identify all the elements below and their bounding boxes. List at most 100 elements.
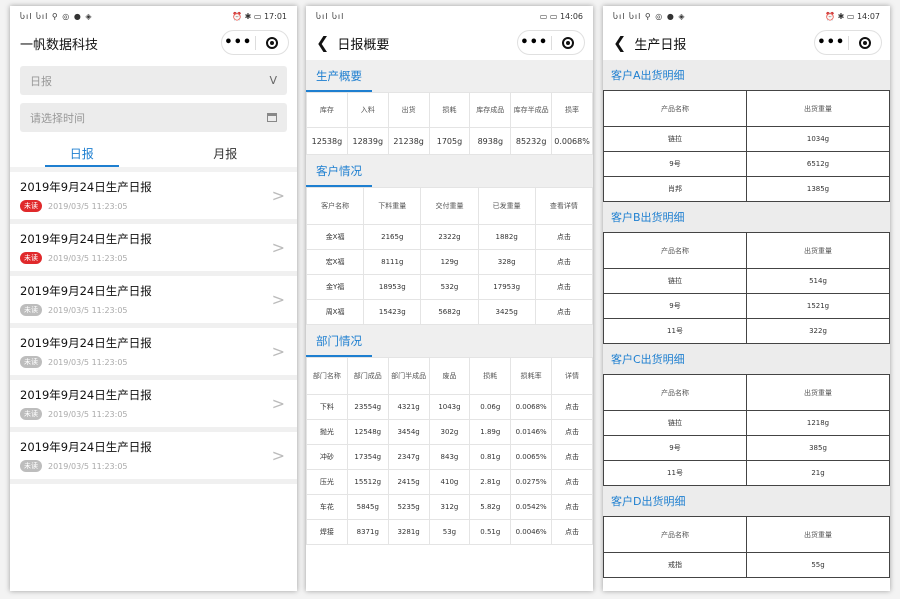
detail-link[interactable]: 点击 [551, 494, 593, 520]
table-cell: 周X福 [306, 299, 365, 325]
table-cell: 17953g [477, 274, 536, 300]
close-target-button[interactable] [256, 36, 289, 49]
time-placeholder: 请选择时间 [30, 111, 85, 125]
table-header-cell: 已发重量 [477, 187, 536, 225]
detail-link[interactable]: 点击 [551, 444, 593, 470]
time-picker[interactable]: 请选择时间 [20, 103, 287, 132]
tab-daily[interactable]: 日报 [10, 140, 154, 167]
table-cell: 11号 [603, 318, 747, 344]
table-cell: 53g [428, 519, 471, 545]
report-title: 2019年9月24日生产日报 [20, 232, 152, 246]
report-meta: 未读 2019/03/5 11:23:05 [20, 304, 287, 316]
mini-program-capsule: ••• [517, 30, 585, 55]
report-meta: 未读 2019/03/5 11:23:05 [20, 356, 287, 368]
report-tabs: 日报 月报 [10, 140, 297, 172]
tab-monthly[interactable]: 月报 [154, 140, 298, 167]
table-cell: 12839g [346, 127, 389, 155]
detail-link[interactable]: 点击 [534, 274, 593, 300]
back-icon[interactable]: ❮ [316, 35, 329, 51]
status-bar: Ⴑıl Ⴑıl ▭ ▭ 14:06 [306, 6, 593, 26]
customer-shipment-header: 客户D出货明细 [603, 486, 890, 516]
table-header-cell: 库存成品 [469, 92, 512, 128]
report-item[interactable]: 2019年9月24日生产日报 未读 2019/03/5 11:23:05 > [10, 380, 297, 432]
table-header-cell: 部门名称 [306, 357, 348, 395]
close-target-button[interactable] [552, 36, 585, 49]
table-cell: 2415g [387, 469, 430, 495]
table-cell: 0.0068% [551, 127, 593, 155]
close-target-button[interactable] [849, 36, 882, 49]
report-item[interactable]: 2019年9月24日生产日报 未读 2019/03/5 11:23:05 > [10, 328, 297, 380]
table-cell: 514g [746, 268, 890, 294]
report-time: 2019/03/5 11:23:05 [48, 461, 128, 471]
more-icon[interactable]: ••• [815, 35, 848, 50]
page-title: 日报概要 [337, 37, 390, 53]
more-icon[interactable]: ••• [518, 35, 551, 50]
table-row: 链拉 514g [603, 268, 890, 294]
table-header-cell: 客户名称 [306, 187, 365, 225]
report-list: 2019年9月24日生产日报 未读 2019/03/5 11:23:05 >2019年… [10, 172, 297, 484]
report-meta: 未读 2019/03/5 11:23:05 [20, 460, 287, 472]
nav-bar: 一帆数据科技 ••• [10, 26, 297, 60]
table-cell: 385g [746, 435, 890, 461]
table-cell: 85232g [510, 127, 553, 155]
table-cell: 肖邦 [603, 176, 747, 202]
table-cell: 5.82g [469, 494, 512, 520]
detail-link[interactable]: 点击 [551, 419, 593, 445]
table-cell: 链拉 [603, 410, 747, 436]
table-cell: 压光 [306, 469, 348, 495]
table-cell: 21g [746, 460, 890, 486]
table-cell: 17354g [346, 444, 389, 470]
report-item[interactable]: 2019年9月24日生产日报 未读 2019/03/5 11:23:05 > [10, 276, 297, 328]
table-cell: 0.0146% [510, 419, 553, 445]
signal-icons: Ⴑıl Ⴑıl [316, 11, 345, 21]
report-item[interactable]: 2019年9月24日生产日报 未读 2019/03/5 11:23:05 > [10, 432, 297, 484]
report-time: 2019/03/5 11:23:05 [48, 305, 128, 315]
more-icon[interactable]: ••• [222, 35, 255, 50]
detail-link[interactable]: 点击 [551, 519, 593, 545]
mini-program-capsule: ••• [221, 30, 289, 55]
report-item[interactable]: 2019年9月24日生产日报 未读 2019/03/5 11:23:05 > [10, 172, 297, 224]
customer-table: 客户名称 下料重量 交付重量 已发重量 查看详情 金X福 2165g 2322g 1882g 点击… [306, 187, 593, 325]
chevron-right-icon: > [271, 186, 285, 205]
table-cell: 1882g [477, 224, 536, 250]
table-header-cell: 交付重量 [420, 187, 479, 225]
detail-link[interactable]: 点击 [534, 249, 593, 275]
table-cell: 11号 [603, 460, 747, 486]
unread-badge: 未读 [20, 304, 42, 316]
table-cell: 0.0275% [510, 469, 553, 495]
table-header-cell: 损耗率 [510, 357, 553, 395]
table-header-cell: 产品名称 [603, 232, 747, 269]
table-cell: 4321g [387, 394, 430, 420]
customer-shipment-header: 客户B出货明细 [603, 202, 890, 232]
shipment-table: 产品名称 出货重量 链拉 1034g 9号 6512g 肖邦 1385g [603, 90, 890, 202]
production-summary-header: 生产概要 [306, 60, 593, 92]
report-title: 2019年9月24日生产日报 [20, 284, 152, 298]
detail-link[interactable]: 点击 [534, 224, 593, 250]
signal-icons: Ⴑıl Ⴑıl ⚲ ◎ ● ◈ [613, 11, 686, 21]
shipment-table: 产品名称 出货重量 链拉 514g 9号 1521g 11号 322g [603, 232, 890, 344]
detail-link[interactable]: 点击 [551, 394, 593, 420]
report-meta: 未读 2019/03/5 11:23:05 [20, 200, 287, 212]
table-header-row: 产品名称 出货重量 [603, 232, 890, 269]
table-cell: 328g [477, 249, 536, 275]
table-cell: 9号 [603, 151, 747, 177]
table-cell: 0.81g [469, 444, 512, 470]
table-cell: 8938g [469, 127, 512, 155]
department-section-header: 部门情况 [306, 325, 593, 357]
table-cell: 2347g [387, 444, 430, 470]
report-item[interactable]: 2019年9月24日生产日报 未读 2019/03/5 11:23:05 > [10, 224, 297, 276]
report-title: 2019年9月24日生产日报 [20, 336, 152, 350]
table-cell: 车花 [306, 494, 348, 520]
back-icon[interactable]: ❮ [613, 35, 626, 51]
table-cell: 12538g [306, 127, 348, 155]
detail-link[interactable]: 点击 [551, 469, 593, 495]
table-cell: 5235g [387, 494, 430, 520]
table-row: 冲砂 17354g 2347g 843g 0.81g 0.0065% 点击 [306, 444, 593, 470]
report-type-select[interactable]: 日报 V [20, 66, 287, 95]
table-cell: 2.81g [469, 469, 512, 495]
detail-link[interactable]: 点击 [534, 299, 593, 325]
table-cell: 5845g [346, 494, 389, 520]
report-time: 2019/03/5 11:23:05 [48, 357, 128, 367]
table-cell: 3454g [387, 419, 430, 445]
unread-badge: 未读 [20, 408, 42, 420]
